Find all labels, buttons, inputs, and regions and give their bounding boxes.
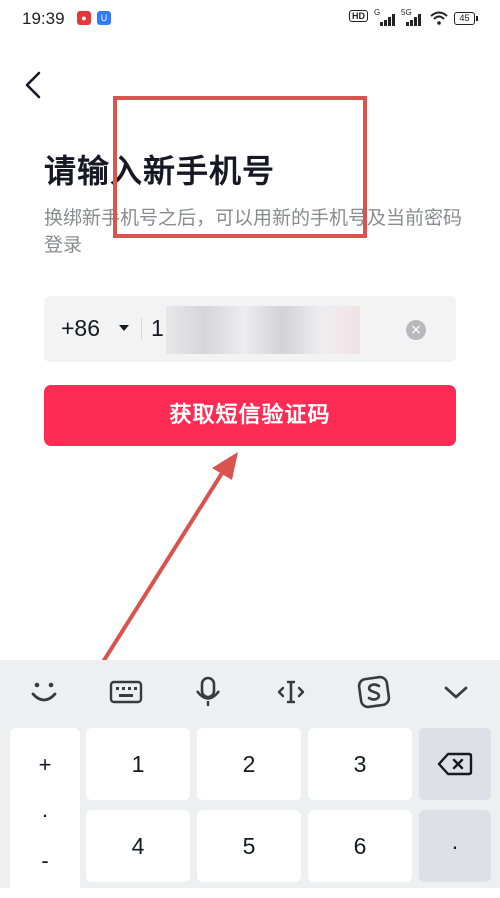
annotation-highlight-box [113,96,367,238]
divider [141,318,142,340]
get-sms-code-button[interactable]: 获取短信验证码 [44,385,456,446]
key-1[interactable]: 1 [86,728,190,800]
country-code-selector[interactable]: +86 [61,315,100,342]
keyboard: + · - 1 2 3 4 5 6 · [0,660,500,898]
clear-input-icon[interactable]: × [406,320,426,340]
signal-5g-icon [406,14,424,26]
notification-app-icon: ● [77,11,91,25]
phone-input-box[interactable]: +86 1 × [44,296,456,362]
plus-key[interactable]: + [10,752,80,778]
symbol-column: + · - [10,728,80,898]
back-icon[interactable] [22,70,46,100]
battery-icon: 45 [454,12,478,25]
key-6[interactable]: 6 [308,810,412,882]
status-bar: 19:39 ● U HD G 5G 45 [0,0,500,38]
signal-icon [380,14,398,26]
hd-icon: HD [349,10,368,22]
chevron-down-icon[interactable] [119,325,129,331]
minus-key[interactable]: - [10,848,80,874]
key-5[interactable]: 5 [197,810,301,882]
status-time: 19:39 [22,9,65,28]
collapse-keyboard-icon[interactable] [436,672,476,712]
redacted-number-blur [166,306,360,354]
key-2[interactable]: 2 [197,728,301,800]
backspace-key[interactable] [419,728,491,800]
phone-number-input[interactable]: 1 [151,315,164,342]
notification-shield-icon: U [97,11,111,25]
key-3[interactable]: 3 [308,728,412,800]
emoji-icon[interactable] [24,672,64,712]
dot-key[interactable]: · [10,802,80,828]
text-cursor-icon[interactable] [271,672,311,712]
period-key[interactable]: · [419,810,491,882]
key-4[interactable]: 4 [86,810,190,882]
wifi-icon [430,11,448,25]
keyboard-icon[interactable] [106,672,146,712]
sogou-icon[interactable] [354,672,394,712]
backspace-icon [437,752,473,776]
microphone-icon[interactable] [188,672,228,712]
